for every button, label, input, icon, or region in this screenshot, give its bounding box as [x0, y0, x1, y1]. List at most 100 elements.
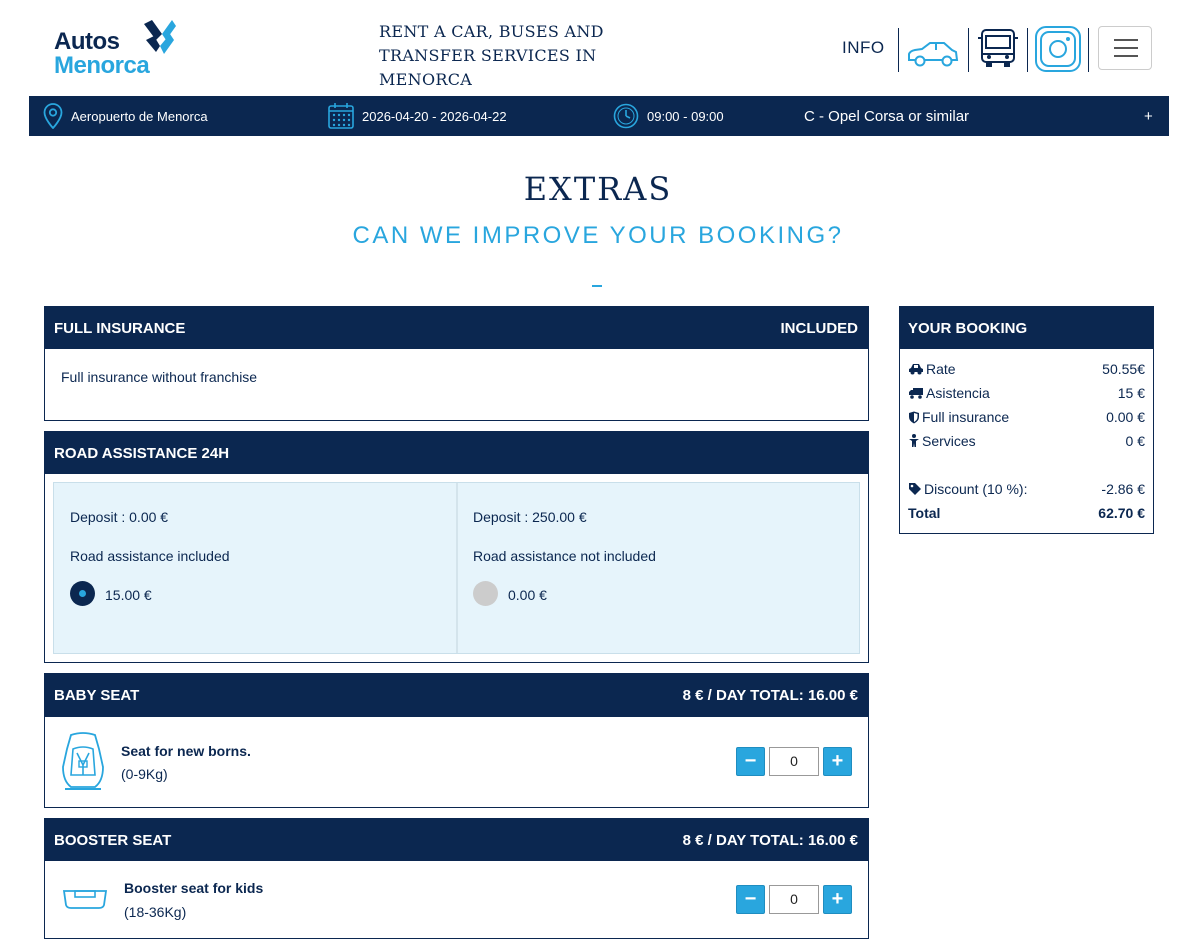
page-subtitle: CAN WE IMPROVE YOUR BOOKING?	[352, 222, 844, 249]
option-deposit: Deposit : 0.00 €	[70, 509, 169, 525]
radio-unselected[interactable]	[473, 581, 498, 606]
shield-icon	[909, 411, 919, 423]
full-insurance-panel: FULL INSURANCE INCLUDED Full insurance w…	[44, 306, 869, 421]
baby-seat-name: Seat for new borns.	[121, 743, 251, 759]
divider	[898, 28, 899, 72]
booking-dates-text: 2026-04-20 - 2026-04-22	[362, 108, 507, 124]
summary-row-total: Total 62.70 €	[908, 505, 1145, 521]
booster-seat-icon	[62, 890, 108, 909]
logo-text-menorca: Menorca	[54, 52, 150, 79]
booking-summary-title: YOUR BOOKING	[908, 319, 1028, 337]
road-assistance-panel: ROAD ASSISTANCE 24H Deposit : 0.00 € Roa…	[44, 431, 869, 663]
increment-button[interactable]: +	[823, 747, 852, 776]
booking-car[interactable]: C - Opel Corsa or similar	[804, 96, 969, 136]
truck-icon	[909, 388, 923, 399]
logo[interactable]: Autos Menorca	[54, 18, 184, 78]
option-price: 15.00 €	[105, 587, 152, 603]
summary-label: Asistencia	[926, 385, 990, 401]
hamburger-menu-icon	[1114, 39, 1138, 41]
option-label: Road assistance included	[70, 548, 230, 564]
bus-icon[interactable]	[976, 26, 1020, 70]
divider	[1088, 28, 1089, 72]
tagline-line-1: RENT A CAR, BUSES AND	[379, 22, 604, 41]
baby-seat-header: BABY SEAT 8 € / DAY TOTAL: 16.00 €	[45, 674, 868, 717]
total-value: 62.70 €	[1098, 505, 1145, 521]
car-icon	[909, 364, 923, 375]
expand-toggle[interactable]: +	[1144, 96, 1153, 136]
summary-value: 0.00 €	[1106, 409, 1145, 425]
logo-text-autos: Autos	[54, 28, 120, 55]
summary-row-rate: Rate 50.55€	[908, 361, 1145, 377]
summary-row-discount: Discount (10 %): -2.86 €	[908, 481, 1145, 497]
summary-value: -2.86 €	[1101, 481, 1145, 497]
booking-bar[interactable]: Aeropuerto de Menorca 2026-04-20 - 2026-…	[29, 96, 1169, 136]
road-assistance-option-included[interactable]: Deposit : 0.00 € Road assistance include…	[54, 483, 458, 653]
hamburger-line	[1114, 55, 1138, 57]
baby-seat-icon	[62, 732, 104, 790]
decrement-button[interactable]: −	[736, 747, 765, 776]
total-label: Total	[908, 505, 941, 521]
road-assistance-options: Deposit : 0.00 € Road assistance include…	[53, 482, 860, 654]
header-tagline: RENT A CAR, BUSES AND TRANSFER SERVICES …	[379, 20, 679, 92]
summary-value: 15 €	[1117, 385, 1145, 401]
car-icon[interactable]	[906, 40, 960, 68]
tag-icon	[909, 483, 921, 495]
summary-label: Services	[922, 433, 976, 449]
booster-seat-title: BOOSTER SEAT	[54, 831, 172, 849]
summary-label: Rate	[926, 361, 956, 377]
quantity-input[interactable]: 0	[769, 747, 819, 776]
divider	[1027, 28, 1028, 72]
summary-value: 0 €	[1125, 433, 1145, 449]
title-divider	[592, 285, 602, 287]
road-assistance-header: ROAD ASSISTANCE 24H	[45, 432, 868, 474]
booster-seat-name: Booster seat for kids	[124, 880, 264, 896]
full-insurance-status: INCLUDED	[780, 319, 859, 337]
increment-button[interactable]: +	[823, 885, 852, 914]
quantity-input[interactable]: 0	[769, 885, 819, 914]
tagline-line-2: TRANSFER SERVICES IN MENORCA	[379, 46, 597, 89]
radio-selected[interactable]	[70, 581, 95, 606]
info-link[interactable]: INFO	[842, 38, 885, 58]
full-insurance-title: FULL INSURANCE	[54, 319, 186, 337]
map-pin-icon	[43, 103, 63, 129]
road-assistance-option-not-included[interactable]: Deposit : 250.00 € Road assistance not i…	[457, 483, 859, 653]
decrement-button[interactable]: −	[736, 885, 765, 914]
option-price: 0.00 €	[508, 587, 547, 603]
booking-location[interactable]: Aeropuerto de Menorca	[43, 96, 208, 136]
baby-seat-weight: (0-9Kg)	[121, 766, 168, 782]
instagram-icon[interactable]	[1035, 26, 1081, 72]
page-title: EXTRAS	[523, 170, 673, 208]
booking-summary-header: YOUR BOOKING	[900, 307, 1153, 349]
summary-row-full-insurance: Full insurance 0.00 €	[908, 409, 1145, 425]
summary-label: Discount (10 %):	[924, 481, 1028, 497]
booster-seat-price: 8 € / DAY TOTAL: 16.00 €	[682, 831, 858, 849]
hamburger-menu-button[interactable]	[1098, 26, 1152, 70]
divider	[968, 28, 969, 72]
booking-times-text: 09:00 - 09:00	[647, 108, 724, 124]
hamburger-line	[1114, 47, 1138, 49]
summary-row-services: Services 0 €	[908, 433, 1145, 449]
calendar-icon	[328, 103, 354, 129]
summary-label: Full insurance	[922, 409, 1010, 425]
baby-seat-panel: BABY SEAT 8 € / DAY TOTAL: 16.00 € Seat …	[44, 673, 869, 808]
full-insurance-description: Full insurance without franchise	[61, 369, 258, 385]
clock-icon	[613, 103, 639, 129]
baby-seat-quantity-stepper[interactable]: − 0 +	[736, 747, 852, 776]
summary-row-asistencia: Asistencia 15 €	[908, 385, 1145, 401]
booking-dates[interactable]: 2026-04-20 - 2026-04-22	[328, 96, 507, 136]
logo-mark-icon	[144, 20, 176, 54]
booster-seat-header: BOOSTER SEAT 8 € / DAY TOTAL: 16.00 €	[45, 819, 868, 861]
booster-seat-panel: BOOSTER SEAT 8 € / DAY TOTAL: 16.00 € Bo…	[44, 818, 869, 939]
booking-location-text: Aeropuerto de Menorca	[71, 108, 208, 124]
summary-value: 50.55€	[1102, 361, 1145, 377]
full-insurance-header: FULL INSURANCE INCLUDED	[45, 307, 868, 349]
option-label: Road assistance not included	[473, 548, 656, 564]
booking-summary: YOUR BOOKING Rate 50.55€ Asistencia 15 €…	[899, 306, 1154, 534]
booking-times[interactable]: 09:00 - 09:00	[613, 96, 724, 136]
booster-seat-quantity-stepper[interactable]: − 0 +	[736, 885, 852, 914]
person-icon	[909, 434, 919, 447]
baby-seat-price: 8 € / DAY TOTAL: 16.00 €	[682, 687, 858, 704]
booster-seat-weight: (18-36Kg)	[124, 904, 187, 920]
option-deposit: Deposit : 250.00 €	[473, 509, 587, 525]
road-assistance-title: ROAD ASSISTANCE 24H	[54, 444, 230, 462]
